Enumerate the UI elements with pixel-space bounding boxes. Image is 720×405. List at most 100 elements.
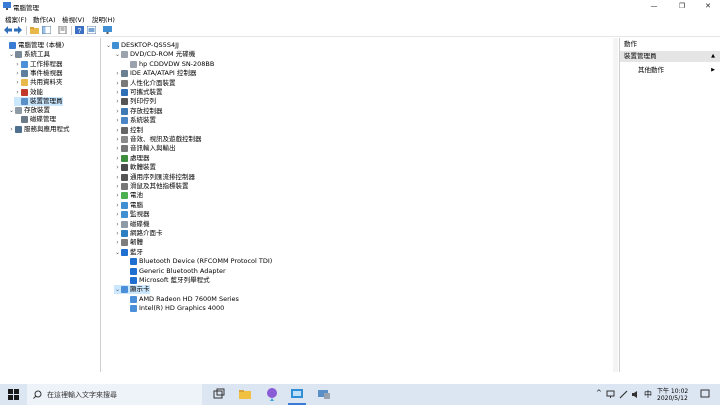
nav-tree-item[interactable]: › 共用資料夾 bbox=[14, 78, 63, 87]
collapsed-chevron-icon[interactable]: › bbox=[14, 88, 21, 97]
nav-tree-item[interactable]: 裝置管理員 bbox=[14, 96, 63, 106]
device-tree-item[interactable]: › IDE ATA/ATAPI 控制器 bbox=[114, 69, 196, 78]
more-actions-item[interactable]: 其他動作 ▶ bbox=[620, 65, 720, 75]
device-tree-item[interactable]: › 監視器 bbox=[114, 210, 150, 219]
collapsed-chevron-icon[interactable]: › bbox=[114, 88, 121, 97]
expanded-chevron-icon[interactable]: ⌄ bbox=[8, 106, 15, 115]
collapsed-chevron-icon[interactable]: › bbox=[8, 125, 15, 134]
device-tree-item[interactable]: › 通用序列匯流排控制器 bbox=[114, 173, 195, 182]
volume-icon[interactable] bbox=[631, 390, 640, 399]
back-arrow-icon[interactable] bbox=[3, 26, 12, 34]
device-tree-item[interactable]: AMD Radeon HD 7600M Series bbox=[123, 295, 239, 304]
device-tree-item[interactable]: › 軟體裝置 bbox=[114, 163, 156, 172]
collapsed-chevron-icon[interactable]: › bbox=[14, 60, 21, 69]
device-tree-item[interactable]: Microsoft 藍牙列舉程式 bbox=[123, 276, 210, 285]
collapsed-chevron-icon[interactable]: › bbox=[114, 173, 121, 182]
device-tree-item[interactable]: › 電池 bbox=[114, 191, 143, 200]
maximize-button[interactable]: ❐ bbox=[668, 0, 696, 12]
clock-time[interactable]: 下午 10:02 bbox=[657, 386, 688, 395]
collapsed-chevron-icon[interactable]: › bbox=[114, 201, 121, 210]
device-tree-item[interactable]: › 磁碟機 bbox=[114, 220, 150, 229]
view-icon[interactable] bbox=[87, 26, 96, 34]
device-tree-item[interactable]: › 存放控制器 bbox=[114, 107, 163, 116]
device-tree-item[interactable]: Bluetooth Device (RFCOMM Protocol TDI) bbox=[123, 257, 272, 266]
help-icon[interactable]: ? bbox=[75, 26, 84, 34]
close-button[interactable]: ✕ bbox=[694, 0, 720, 12]
collapsed-chevron-icon[interactable]: › bbox=[114, 182, 121, 191]
collapsed-chevron-icon[interactable]: › bbox=[114, 144, 121, 153]
device-tree-item[interactable]: › 電腦 bbox=[114, 201, 143, 210]
device-tree-item[interactable]: Intel(R) HD Graphics 4000 bbox=[123, 304, 224, 313]
collapsed-chevron-icon[interactable]: › bbox=[114, 154, 121, 163]
nav-tree-item[interactable]: › 工作排程器 bbox=[14, 60, 63, 69]
clock-date[interactable]: 2020/5/12 bbox=[657, 395, 688, 402]
device-tree-item[interactable]: › 韌體 bbox=[114, 238, 143, 247]
collapsed-chevron-icon[interactable]: › bbox=[114, 107, 121, 116]
collapse-arrow-icon[interactable]: ▲ bbox=[711, 51, 715, 62]
collapsed-chevron-icon[interactable]: › bbox=[14, 78, 21, 87]
nav-tree-item[interactable]: › 服務與應用程式 bbox=[8, 125, 70, 134]
nav-tree-item[interactable]: ⌄ 系統工具 bbox=[8, 50, 50, 59]
collapsed-chevron-icon[interactable]: › bbox=[114, 97, 121, 106]
forward-arrow-icon[interactable] bbox=[14, 26, 23, 34]
taskbar-search-box[interactable]: 在這裡輸入文字來搜尋 bbox=[27, 384, 202, 405]
device-tree-item[interactable]: › 系統裝置 bbox=[114, 116, 156, 125]
title-bar[interactable]: 電腦管理 — ❐ ✕ bbox=[0, 0, 720, 12]
collapsed-chevron-icon[interactable]: › bbox=[114, 116, 121, 125]
device-tree-item[interactable]: › 網路介面卡 bbox=[114, 229, 163, 238]
expanded-chevron-icon[interactable]: ⌄ bbox=[114, 285, 121, 294]
device-tree-item[interactable]: ⌄ DESKTOP-QS5S4JJ bbox=[105, 41, 179, 50]
collapsed-chevron-icon[interactable]: › bbox=[114, 191, 121, 200]
network-icon[interactable] bbox=[606, 390, 615, 399]
device-tree-item[interactable]: › 人性化介面裝置 bbox=[114, 79, 176, 88]
nav-tree-item[interactable]: 電腦管理 (本機) bbox=[2, 41, 64, 50]
file-explorer-icon[interactable] bbox=[238, 387, 252, 401]
nav-tree-item[interactable]: › 效能 bbox=[14, 88, 43, 97]
collapsed-chevron-icon[interactable]: › bbox=[114, 210, 121, 219]
device-tree-item[interactable]: › 滑鼠及其他指標裝置 bbox=[114, 182, 189, 191]
collapsed-chevron-icon[interactable]: › bbox=[114, 163, 121, 172]
collapsed-chevron-icon[interactable]: › bbox=[114, 238, 121, 247]
collapsed-chevron-icon[interactable]: › bbox=[114, 126, 121, 135]
expanded-chevron-icon[interactable]: ⌄ bbox=[114, 248, 121, 257]
nav-tree-item[interactable]: › 事件檢視器 bbox=[14, 69, 63, 78]
collapsed-chevron-icon[interactable]: › bbox=[114, 229, 121, 238]
task-view-icon[interactable] bbox=[212, 387, 226, 401]
collapsed-chevron-icon[interactable]: › bbox=[114, 69, 121, 78]
windows-start-icon[interactable] bbox=[8, 389, 19, 400]
properties-icon[interactable] bbox=[58, 26, 67, 34]
device-tree-item[interactable]: ⌄ 藍牙 bbox=[114, 248, 143, 257]
vertical-scrollbar[interactable] bbox=[613, 38, 618, 372]
expanded-chevron-icon[interactable]: ⌄ bbox=[114, 50, 121, 59]
nav-tree-item[interactable]: ⌄ 存放裝置 bbox=[8, 106, 50, 115]
collapsed-chevron-icon[interactable]: › bbox=[14, 69, 21, 78]
device-tree-item[interactable]: hp CDDVDW SN-208BB bbox=[123, 60, 214, 69]
notification-icon[interactable] bbox=[700, 389, 710, 399]
browser-icon[interactable] bbox=[265, 387, 279, 401]
device-tree-item[interactable]: › 列印佇列 bbox=[114, 97, 156, 106]
device-tree-item[interactable]: › 處理器 bbox=[114, 154, 150, 163]
device-tree-item[interactable]: › 音效、視訊及遊戲控制器 bbox=[114, 135, 202, 144]
device-tree-item[interactable]: › 可攜式裝置 bbox=[114, 88, 163, 97]
expanded-chevron-icon[interactable]: ⌄ bbox=[8, 50, 15, 59]
pen-icon[interactable] bbox=[619, 390, 628, 399]
device-tree-item[interactable]: ⌄ DVD/CD-ROM 光碟機 bbox=[114, 50, 195, 59]
collapsed-chevron-icon[interactable]: › bbox=[114, 79, 121, 88]
expanded-chevron-icon[interactable]: ⌄ bbox=[105, 41, 112, 50]
actions-section-device-manager[interactable]: 裝置管理員 ▲ bbox=[620, 51, 720, 62]
nav-tree-item[interactable]: 磁碟管理 bbox=[14, 115, 56, 124]
device-manager-taskbar-icon[interactable] bbox=[317, 387, 331, 401]
show-hide-tree-icon[interactable] bbox=[42, 26, 51, 34]
device-tree-item[interactable]: › 音訊輸入與輸出 bbox=[114, 144, 176, 153]
computer-management-taskbar-icon[interactable] bbox=[290, 387, 304, 401]
device-tree-item[interactable]: › 控制 bbox=[114, 126, 143, 135]
monitor-icon[interactable] bbox=[103, 26, 112, 34]
collapsed-chevron-icon[interactable]: › bbox=[114, 135, 121, 144]
minimize-button[interactable]: — bbox=[640, 0, 668, 12]
tray-overflow-icon[interactable]: ^ bbox=[596, 389, 602, 397]
device-tree-item[interactable]: Generic Bluetooth Adapter bbox=[123, 267, 226, 276]
collapsed-chevron-icon[interactable]: › bbox=[114, 220, 121, 229]
up-folder-icon[interactable] bbox=[30, 26, 39, 34]
ime-indicator[interactable]: 中 bbox=[644, 389, 652, 400]
device-tree-item[interactable]: ⌄ 顯示卡 bbox=[114, 285, 150, 295]
